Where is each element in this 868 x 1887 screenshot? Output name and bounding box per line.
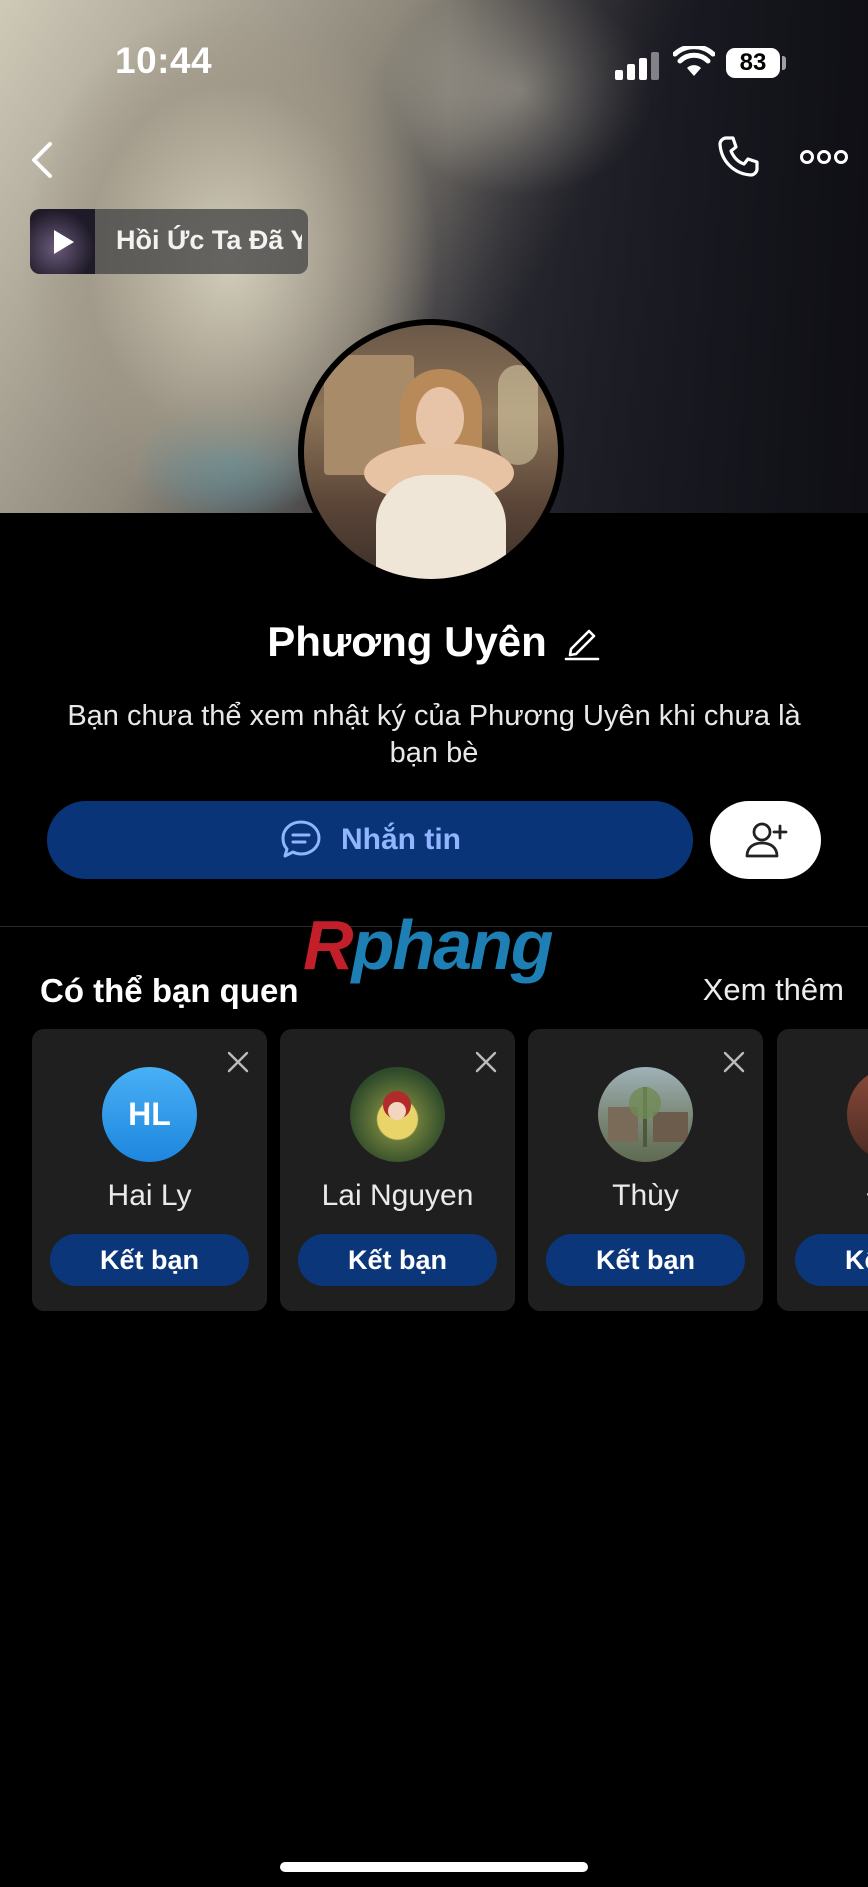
music-chip[interactable]: Hồi Ức Ta Đã Yêu [30, 209, 308, 274]
suggestion-name: Lai Nguyen [321, 1179, 474, 1212]
add-friend-card-button[interactable]: Kết bạn [50, 1234, 249, 1286]
suggestion-name: Đẹp [777, 1179, 868, 1213]
add-friend-card-button[interactable]: Kết bạn [546, 1234, 745, 1286]
add-friend-card-button[interactable]: Kết bạn [298, 1234, 497, 1286]
music-title: Hồi Ức Ta Đã Yêu [116, 225, 302, 255]
close-icon[interactable] [475, 1051, 497, 1073]
add-friend-icon [745, 822, 787, 858]
add-friend-card-button[interactable]: Kết bạn [795, 1234, 868, 1286]
suggestion-card[interactable]: Lai Nguyen Kết bạn [280, 1029, 515, 1311]
profile-name-row: Phương Uyên [0, 618, 868, 666]
back-icon[interactable] [24, 138, 60, 182]
suggestion-name: Thùy [612, 1179, 679, 1212]
phone-icon[interactable] [716, 134, 760, 178]
avatar [350, 1067, 445, 1162]
home-indicator [280, 1862, 588, 1872]
battery-tip [782, 56, 786, 70]
message-label: Nhắn tin [341, 823, 461, 856]
chat-bubble-icon [281, 820, 321, 858]
battery-indicator: 83 [726, 48, 780, 78]
close-icon[interactable] [227, 1051, 249, 1073]
play-icon [53, 229, 74, 254]
cellular-signal-icon [615, 50, 661, 80]
suggestion-card[interactable]: Đẹp Kết bạn [777, 1029, 868, 1311]
edit-pencil-icon[interactable] [563, 623, 601, 661]
profile-avatar[interactable] [298, 319, 564, 585]
see-more-link[interactable]: Xem thêm [703, 972, 844, 1008]
avatar [847, 1067, 868, 1162]
wifi-icon [673, 46, 715, 76]
suggestion-card[interactable]: Thùy Kết bạn [528, 1029, 763, 1311]
more-options-icon[interactable] [800, 148, 848, 166]
suggestion-name: Hai Ly [107, 1179, 192, 1212]
profile-name: Phương Uyên [267, 618, 547, 665]
close-icon[interactable] [723, 1051, 745, 1073]
suggestions-title: Có thể bạn quen [40, 972, 299, 1009]
suggestion-card[interactable]: HL Hai Ly Kết bạn [32, 1029, 267, 1311]
avatar-photo [383, 1091, 411, 1120]
diary-notice: Bạn chưa thể xem nhật ký của Phương Uyên… [67, 700, 801, 769]
watermark-logo: Rphang [303, 906, 554, 984]
suggestions-carousel[interactable]: HL Hai Ly Kết bạn Lai Nguyen Kết bạn Thù… [32, 1029, 868, 1311]
music-thumbnail [30, 209, 95, 274]
avatar [598, 1067, 693, 1162]
avatar-photo [608, 1087, 688, 1147]
avatar-photo [304, 325, 558, 579]
status-time: 10:44 [115, 40, 213, 81]
add-friend-button[interactable] [710, 801, 821, 879]
avatar: HL [102, 1067, 197, 1162]
message-button[interactable]: Nhắn tin [47, 801, 693, 879]
